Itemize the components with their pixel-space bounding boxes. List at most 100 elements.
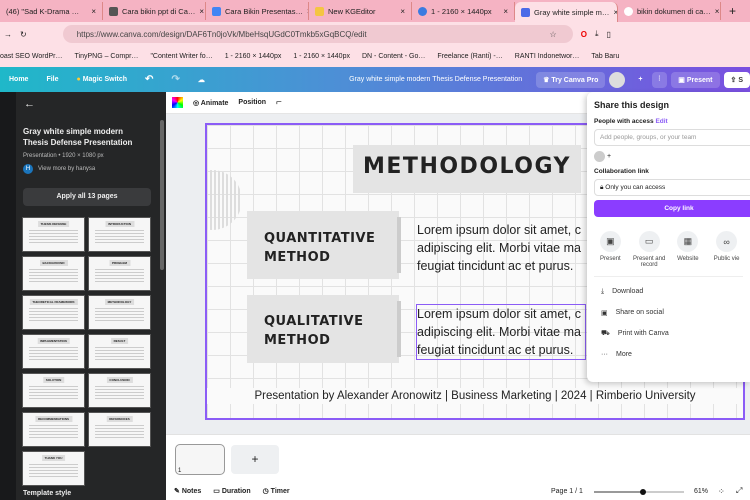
sidebar-icon[interactable]: ▯ bbox=[606, 30, 610, 39]
thumbnail-title: RESULT bbox=[110, 338, 129, 344]
browser-tab[interactable]: New KGEditor × bbox=[309, 2, 412, 20]
download-icon[interactable]: ⤓ bbox=[595, 29, 599, 39]
method-description-selected[interactable]: Lorem ipsum dolor sit amet, c adipiscing … bbox=[416, 304, 586, 360]
download-action[interactable]: ⤓ Download bbox=[594, 281, 743, 302]
design-title[interactable]: Gray white simple modern Thesis Defense … bbox=[349, 76, 522, 83]
animate-button[interactable]: ◎ Animate bbox=[193, 99, 228, 107]
color-picker-icon[interactable] bbox=[172, 97, 183, 108]
analytics-icon[interactable]: ⫶ bbox=[651, 71, 668, 88]
close-icon[interactable]: × bbox=[503, 7, 508, 16]
redo-icon[interactable]: ↷ bbox=[162, 74, 188, 85]
text-line: adipiscing elit. Morbi vitae ma bbox=[417, 241, 581, 255]
add-page-button[interactable]: + bbox=[231, 445, 279, 474]
bookmark[interactable]: Freelance (Ranti) -… bbox=[437, 53, 502, 60]
thumbnail-title: METHODOLOGY bbox=[104, 299, 135, 305]
template-page-thumbnail[interactable]: PROBLEM bbox=[88, 256, 151, 291]
template-page-thumbnail[interactable]: RESULT bbox=[88, 334, 151, 369]
browser-tab[interactable]: Cara Bikin Presentas…× bbox=[206, 2, 309, 20]
share-option-website[interactable]: ▦ Website bbox=[672, 231, 705, 268]
close-icon[interactable]: × bbox=[91, 7, 96, 16]
bookmark[interactable]: 1 - 2160 × 1440px bbox=[225, 53, 282, 60]
bookmark[interactable]: DN - Content - Go… bbox=[362, 53, 425, 60]
template-page-thumbnail[interactable]: REFERENCES bbox=[88, 412, 151, 447]
cloud-saved-icon[interactable]: ☁ bbox=[189, 76, 214, 84]
more-action[interactable]: ··· More bbox=[594, 344, 743, 365]
zoom-slider[interactable] bbox=[594, 489, 684, 495]
download-icon: ⤓ bbox=[601, 287, 605, 295]
google-icon bbox=[624, 6, 633, 16]
template-page-thumbnail[interactable]: IMPLEMENTATION bbox=[22, 334, 85, 369]
try-canva-pro-button[interactable]: ♛ Try Canva Pro bbox=[536, 71, 606, 88]
template-page-thumbnail[interactable]: BACKGROUND bbox=[22, 256, 85, 291]
paint-roller-icon[interactable]: ⌐ bbox=[276, 97, 282, 108]
author-link[interactable]: H View more by hanysa bbox=[23, 164, 95, 174]
add-people-input[interactable]: Add people, groups, or your team bbox=[594, 129, 750, 146]
share-option-public-view[interactable]: ∞ Public vie bbox=[710, 231, 743, 268]
bookmark[interactable]: Tab Baru bbox=[591, 53, 619, 60]
add-collaborator-icon[interactable]: + bbox=[629, 76, 651, 83]
close-icon[interactable]: × bbox=[400, 7, 405, 16]
template-page-thumbnail[interactable]: RECOMMENDATIONS bbox=[22, 412, 85, 447]
close-icon[interactable]: × bbox=[199, 7, 204, 16]
template-page-thumbnail[interactable]: SOLUTION bbox=[22, 373, 85, 408]
browser-tab[interactable]: Cara bikin ppt di Ca… × bbox=[103, 2, 206, 20]
print-action[interactable]: ⛟ Print with Canva bbox=[594, 323, 743, 344]
file-menu[interactable]: File bbox=[37, 76, 67, 83]
notes-button[interactable]: ✎ Notes bbox=[174, 487, 201, 495]
bookmark[interactable]: "Content Writer fo… bbox=[150, 53, 212, 60]
close-icon[interactable]: × bbox=[715, 7, 720, 16]
browser-tab-active[interactable]: Gray white simple m… × bbox=[515, 2, 618, 22]
access-dropdown[interactable]: 🔒︎ Only you can access bbox=[594, 179, 750, 196]
thumbnail-lines bbox=[29, 308, 78, 322]
zoom-slider-handle[interactable] bbox=[640, 489, 647, 495]
forward-icon[interactable]: → bbox=[4, 30, 12, 39]
bookmark[interactable]: RANTI Indonetwor… bbox=[515, 53, 580, 60]
template-page-thumbnail[interactable]: METHODOLOGY bbox=[88, 295, 151, 330]
share-button[interactable]: ⇪ S bbox=[723, 71, 750, 88]
template-page-thumbnail[interactable]: THANK YOU bbox=[22, 451, 85, 486]
url-field[interactable]: https://www.canva.com/design/DAF6Tn0joVk… bbox=[62, 25, 573, 43]
opera-extension-icon[interactable]: O bbox=[581, 30, 587, 39]
method-label[interactable]: QUANTITATIVE METHOD bbox=[264, 229, 394, 267]
avatar[interactable] bbox=[609, 71, 626, 88]
new-tab-icon[interactable]: + bbox=[729, 4, 736, 18]
bookmark[interactable]: TinyPNG – Compr… bbox=[75, 53, 139, 60]
apply-all-pages-button[interactable]: Apply all 13 pages bbox=[23, 188, 151, 206]
present-button[interactable]: ▣ Present bbox=[671, 71, 720, 88]
magic-switch-button[interactable]: ● Magic Switch bbox=[68, 76, 137, 83]
template-page-thumbnail[interactable]: CONCLUSION bbox=[88, 373, 151, 408]
add-person-icon[interactable]: + bbox=[607, 153, 611, 160]
browser-tab[interactable]: 1 - 2160 × 1440px × bbox=[412, 2, 515, 20]
bookmark[interactable]: 1 - 2160 × 1440px bbox=[293, 53, 350, 60]
duration-button[interactable]: ▭ Duration bbox=[213, 487, 250, 495]
star-icon[interactable]: ☆ bbox=[550, 30, 563, 39]
share-option-present[interactable]: ▣ Present bbox=[594, 231, 627, 268]
share-social-action[interactable]: ▣ Share on social bbox=[594, 302, 743, 323]
edit-link[interactable]: Edit bbox=[655, 118, 667, 125]
grid-view-icon[interactable]: ⁘ bbox=[718, 487, 725, 496]
home-button[interactable]: Home bbox=[0, 76, 37, 83]
browser-tab[interactable]: bikin dokumen di ca… × bbox=[618, 2, 721, 20]
fullscreen-icon[interactable]: ⤢ bbox=[736, 486, 742, 496]
reload-icon[interactable]: ↻ bbox=[20, 30, 27, 39]
template-title: Gray white simple modern Thesis Defense … bbox=[23, 127, 133, 147]
template-page-thumbnail[interactable]: THEORETICAL FRAMEWORK bbox=[22, 295, 85, 330]
method-label[interactable]: QUALITATIVE METHOD bbox=[264, 312, 384, 350]
back-arrow-icon[interactable]: ← bbox=[24, 98, 35, 110]
browser-tab[interactable]: (46) "Sad K-Drama … × bbox=[0, 2, 103, 20]
slide-footer[interactable]: Presentation by Alexander Aronowitz | Bu… bbox=[207, 388, 743, 404]
share-option-present-record[interactable]: ▭ Present and record bbox=[633, 231, 666, 268]
slide-title[interactable]: METHODOLOGY bbox=[353, 154, 581, 179]
method-description[interactable]: Lorem ipsum dolor sit amet, c adipiscing … bbox=[417, 221, 581, 275]
bookmark[interactable]: oast SEO WordPr… bbox=[0, 53, 63, 60]
position-button[interactable]: Position bbox=[238, 99, 266, 106]
page-thumbnail[interactable]: 1 bbox=[175, 444, 225, 475]
thumbnail-lines bbox=[95, 386, 144, 400]
copy-link-button[interactable]: Copy link bbox=[594, 200, 750, 217]
zoom-level[interactable]: 61% bbox=[694, 488, 708, 495]
template-page-thumbnail[interactable]: THESIS DEFENSE bbox=[22, 217, 85, 252]
timer-button[interactable]: ◷ Timer bbox=[263, 487, 290, 495]
undo-icon[interactable]: ↶ bbox=[136, 74, 162, 85]
template-page-thumbnail[interactable]: INTRODUCTION bbox=[88, 217, 151, 252]
scrollbar[interactable] bbox=[160, 120, 164, 270]
